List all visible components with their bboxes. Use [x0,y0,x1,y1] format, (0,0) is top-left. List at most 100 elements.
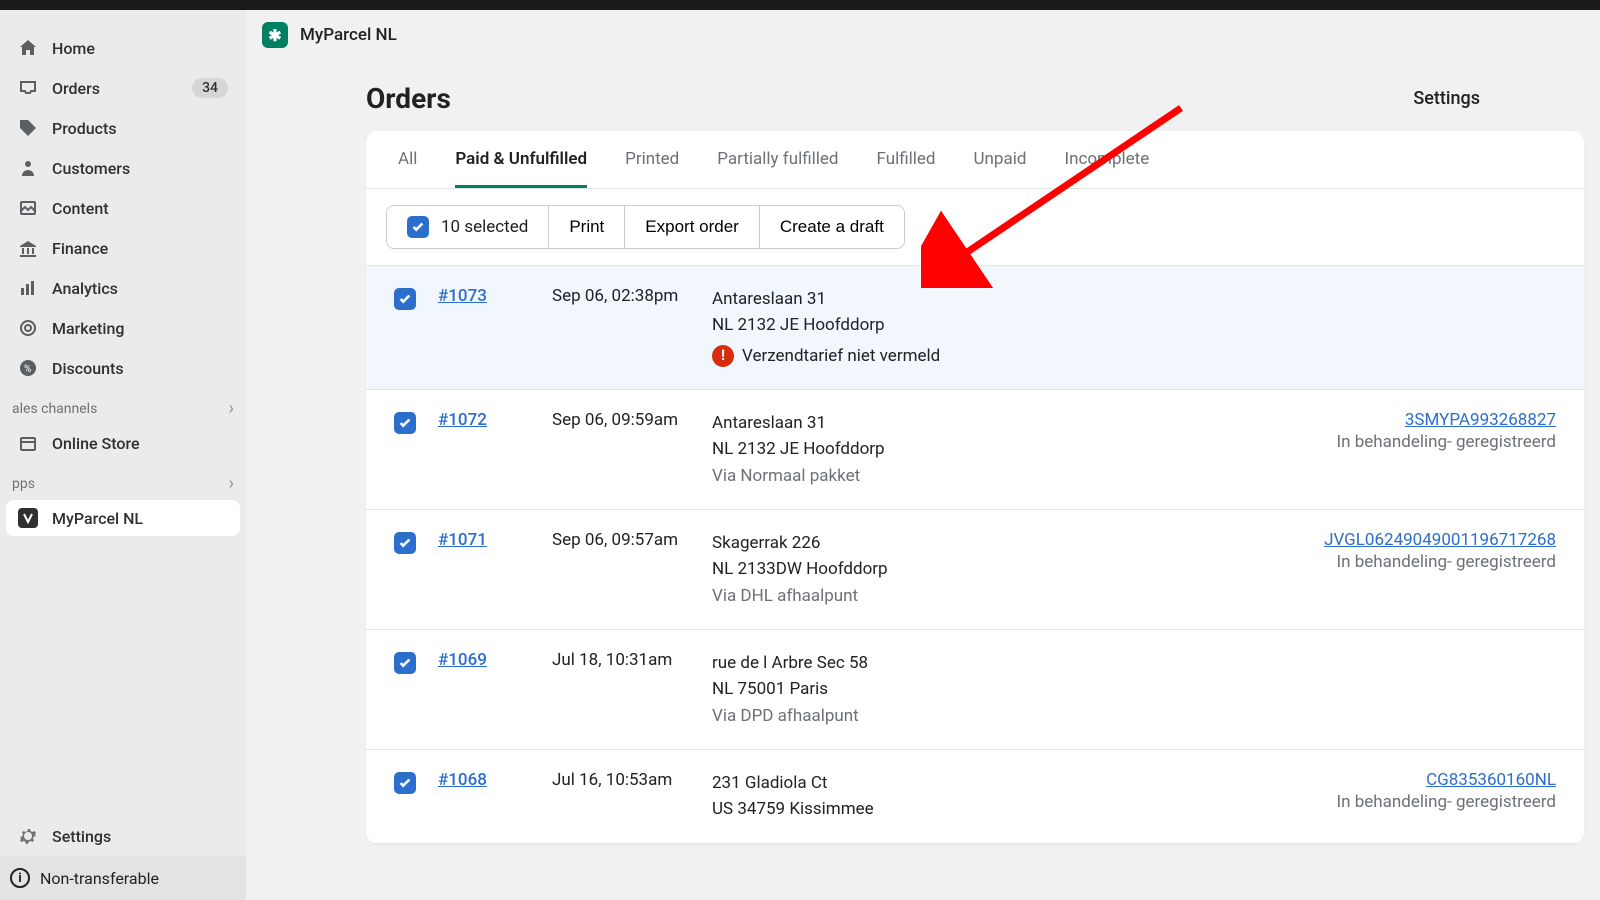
tab-paid-unfulfilled[interactable]: Paid & Unfulfilled [455,149,587,188]
alert-icon: ! [712,345,734,367]
order-address: 231 Gladiola Ct US 34759 Kissimmee [712,770,1316,823]
tracking-link[interactable]: JVGL06249049001196717268 [1324,530,1556,550]
chevron-right-icon: › [229,473,234,494]
nav-discounts[interactable]: % Discounts [6,350,240,386]
export-order-button[interactable]: Export order [625,206,760,248]
nav-label: Home [52,39,95,58]
row-checkbox[interactable] [394,412,416,434]
order-address: Antareslaan 31 NL 2132 JE Hoofddorp! Verz… [712,286,1536,369]
order-tracking: 3SMYPA993268827In behandeling- geregistr… [1316,410,1556,452]
nav-home[interactable]: Home [6,30,240,66]
section-label: pps [12,476,35,492]
order-link[interactable]: #1071 [438,530,487,550]
order-rows: #1073 Sep 06, 02:38pm Antareslaan 31 NL … [366,266,1584,844]
tab-printed[interactable]: Printed [625,149,679,188]
sales-channels-section[interactable]: ales channels › [0,388,246,423]
select-all-checkbox[interactable] [407,216,429,238]
tab-fulfilled[interactable]: Fulfilled [877,149,936,188]
nav-label: Content [52,199,109,218]
nav-content[interactable]: Content [6,190,240,226]
banner-label: Non-transferable [40,869,159,888]
nav-label: Orders [52,79,100,98]
selected-count-button[interactable]: 10 selected [387,206,549,248]
table-row[interactable]: #1073 Sep 06, 02:38pm Antareslaan 31 NL … [366,266,1584,390]
nav-label: Customers [52,159,130,178]
nav-finance[interactable]: Finance [6,230,240,266]
table-row[interactable]: #1069 Jul 18, 10:31am rue de l Arbre Sec… [366,630,1584,750]
address-line2: US 34759 Kissimmee [712,796,1316,822]
order-link[interactable]: #1069 [438,650,487,670]
address-line2: NL 2133DW Hoofddorp [712,556,1304,582]
order-address: rue de l Arbre Sec 58 NL 75001 ParisVia … [712,650,1536,729]
tracking-link[interactable]: CG835360160NL [1426,770,1556,790]
nav-settings[interactable]: Settings [6,818,240,854]
order-address: Antareslaan 31 NL 2132 JE HoofddorpVia N… [712,410,1316,489]
table-row[interactable]: #1072 Sep 06, 09:59am Antareslaan 31 NL … [366,390,1584,510]
shipping-meta: Via DHL afhaalpunt [712,583,1304,609]
selected-label: 10 selected [441,217,528,237]
nav-online-store[interactable]: Online Store [6,425,240,461]
bank-icon [18,238,38,258]
order-tracking: JVGL06249049001196717268In behandeling- … [1304,530,1556,572]
nav-app-myparcel[interactable]: MyParcel NL [6,500,240,536]
tag-icon [18,118,38,138]
page-header: Orders Settings [246,60,1600,131]
table-row[interactable]: #1071 Sep 06, 09:57am Skagerrak 226 NL 2… [366,510,1584,630]
status-text: In behandeling- geregistreerd [1336,792,1556,812]
row-checkbox[interactable] [394,532,416,554]
address-line1: 231 Gladiola Ct [712,770,1316,796]
tab-unpaid[interactable]: Unpaid [974,149,1027,188]
orders-card: All Paid & Unfulfilled Printed Partially… [366,131,1584,844]
bulk-toolbar: 10 selected Print Export order Create a … [366,189,1584,266]
apps-section[interactable]: pps › [0,463,246,498]
main-panel: ✱ MyParcel NL Orders Settings All Paid &… [246,10,1600,900]
nav-products[interactable]: Products [6,110,240,146]
tab-incomplete[interactable]: Incomplete [1064,149,1149,188]
nav-customers[interactable]: Customers [6,150,240,186]
page-title: Orders [366,82,451,115]
order-link[interactable]: #1073 [438,286,487,306]
nav-label: Finance [52,239,108,258]
settings-link[interactable]: Settings [1413,88,1480,109]
image-icon [18,198,38,218]
nav-orders[interactable]: Orders 34 [6,70,240,106]
inbox-icon [18,78,38,98]
print-button[interactable]: Print [549,206,625,248]
nav-label: Discounts [52,359,124,378]
nav-marketing[interactable]: Marketing [6,310,240,346]
nav-label: Marketing [52,319,124,338]
tab-all[interactable]: All [398,149,417,188]
address-line2: NL 2132 JE Hoofddorp [712,312,1536,338]
nav-analytics[interactable]: Analytics [6,270,240,306]
app-header: ✱ MyParcel NL [246,10,1600,60]
warning-line: ! Verzendtarief niet vermeld [712,343,1536,369]
nav-label: MyParcel NL [52,509,143,528]
tab-partially-fulfilled[interactable]: Partially fulfilled [717,149,838,188]
table-row[interactable]: #1068 Jul 16, 10:53am 231 Gladiola Ct US… [366,750,1584,844]
orders-badge: 34 [192,78,228,98]
non-transferable-banner: i Non-transferable [0,856,246,900]
create-draft-button[interactable]: Create a draft [760,206,904,248]
address-line1: Antareslaan 31 [712,286,1536,312]
app-icon [18,508,38,528]
row-checkbox[interactable] [394,772,416,794]
order-date: Jul 18, 10:31am [552,650,712,670]
nav-label: Analytics [52,279,118,298]
row-checkbox[interactable] [394,652,416,674]
gear-icon [18,826,38,846]
nav-label: Products [52,119,117,138]
address-line1: Antareslaan 31 [712,410,1316,436]
section-label: ales channels [12,401,97,417]
shipping-meta: Via DPD afhaalpunt [712,703,1536,729]
store-icon [18,433,38,453]
address-line1: rue de l Arbre Sec 58 [712,650,1536,676]
row-checkbox[interactable] [394,288,416,310]
shipping-meta: Via Normaal pakket [712,463,1316,489]
order-date: Sep 06, 09:59am [552,410,712,430]
app-title: MyParcel NL [300,25,397,45]
order-link[interactable]: #1068 [438,770,487,790]
warning-text: Verzendtarief niet vermeld [742,343,940,369]
order-date: Sep 06, 02:38pm [552,286,712,306]
tracking-link[interactable]: 3SMYPA993268827 [1405,410,1556,430]
order-link[interactable]: #1072 [438,410,487,430]
